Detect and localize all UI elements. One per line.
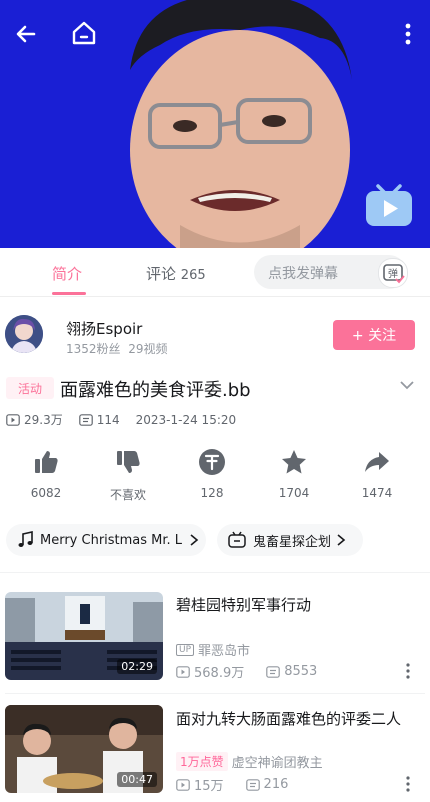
tv-badge-icon	[228, 531, 246, 548]
tab-intro[interactable]: 简介	[52, 263, 82, 284]
rec-views: 568.9万	[194, 666, 245, 681]
publish-date: 2023-1-24 15:20	[135, 412, 237, 427]
play-count-icon	[6, 413, 20, 426]
home-icon[interactable]	[70, 19, 98, 47]
rec-uploader-row: UP 罪恶岛市	[176, 640, 250, 659]
coin-button[interactable]: 128	[182, 448, 242, 500]
share-button[interactable]: 1474	[347, 448, 407, 500]
thumbs-up-icon	[35, 451, 58, 473]
chevron-right-icon	[190, 534, 199, 546]
video-title: 面露难色的美食评委.bb	[60, 380, 251, 401]
dislike-label: 不喜欢	[109, 488, 146, 502]
tab-comments[interactable]: 评论 265	[146, 263, 206, 284]
rec-thumbnail[interactable]: 02:29	[5, 592, 163, 680]
danmaku-count: 114	[96, 412, 120, 427]
more-vertical-icon[interactable]	[402, 774, 414, 794]
uploader-name[interactable]: 翎扬Espoir	[66, 318, 142, 339]
danmu-toggle-button[interactable]: 弹	[378, 258, 408, 288]
rec-stats-row: 568.9万 8553	[176, 662, 317, 681]
chevron-right-icon	[337, 534, 346, 546]
rec-title[interactable]: 碧桂园特别军事行动	[176, 594, 412, 616]
dislike-button[interactable]: 不喜欢	[98, 448, 158, 503]
rec-thumbnail[interactable]: 00:47	[5, 705, 163, 793]
uploader-video-count: 29视频	[128, 342, 168, 356]
back-arrow-icon[interactable]	[12, 20, 40, 48]
tab-comments-label: 评论	[146, 265, 177, 283]
danmaku-count-icon	[78, 413, 93, 426]
uploader-meta: 1352粉丝 29视频	[66, 340, 167, 357]
music-title: Merry Christmas Mr. L	[40, 532, 183, 548]
danmu-icon: 弹	[383, 264, 405, 284]
like-count: 6082	[30, 486, 62, 500]
activity-chip-label: 鬼畜星探企划	[253, 534, 332, 550]
like-badge: 1万点赞	[176, 752, 228, 771]
svg-text:弹: 弹	[388, 267, 398, 280]
play-count-icon	[176, 665, 190, 678]
rec-danmaku: 216	[263, 777, 289, 792]
music-note-icon	[18, 531, 33, 547]
video-stats: 29.3万 114 2023-1-24 15:20	[6, 411, 236, 428]
rec-danmaku: 8553	[284, 664, 318, 679]
chevron-down-icon[interactable]	[398, 376, 416, 394]
section-divider	[0, 572, 430, 573]
active-tab-indicator	[52, 292, 86, 295]
bilibili-tv-icon	[366, 184, 412, 226]
favorite-count: 1704	[278, 486, 310, 500]
tab-comments-count: 265	[180, 268, 206, 283]
thumbs-down-icon	[117, 451, 140, 473]
danmaku-count-icon	[245, 778, 260, 791]
video-frame-image	[130, 0, 352, 248]
duration-label: 02:29	[117, 659, 157, 674]
view-count: 29.3万	[24, 413, 63, 427]
more-vertical-icon[interactable]	[402, 661, 414, 681]
favorite-button[interactable]: 1704	[264, 448, 324, 500]
rec-uploader-row: 1万点赞 虚空神谕团教主	[176, 752, 323, 771]
activity-tag[interactable]: 活动	[6, 377, 54, 399]
rec-uploader: 虚空神谕团教主	[231, 756, 323, 771]
up-icon: UP	[176, 643, 195, 656]
danmu-placeholder: 点我发弹幕	[268, 266, 338, 282]
like-button[interactable]: 6082	[16, 448, 76, 500]
follow-button[interactable]: + 关注	[333, 320, 415, 350]
uploader-avatar[interactable]	[5, 315, 43, 353]
uploader-fans: 1352粉丝	[66, 342, 121, 356]
music-chip[interactable]: Merry Christmas Mr. L	[6, 524, 206, 556]
danmaku-count-icon	[266, 665, 281, 678]
activity-chip[interactable]: 鬼畜星探企划	[217, 524, 363, 556]
rec-views: 15万	[194, 779, 224, 794]
play-count-icon	[176, 778, 190, 791]
list-divider	[5, 693, 425, 694]
video-player[interactable]	[0, 0, 430, 248]
more-vertical-icon[interactable]	[394, 20, 422, 48]
duration-label: 00:47	[117, 772, 157, 787]
rec-uploader: 罪恶岛市	[198, 644, 251, 659]
rec-title[interactable]: 面对九转大肠面露难色的评委二人	[176, 708, 412, 730]
star-icon	[282, 450, 306, 474]
coin-count: 128	[200, 486, 224, 500]
share-icon	[365, 452, 389, 472]
rec-stats-row: 15万 216	[176, 775, 288, 794]
share-count: 1474	[361, 486, 393, 500]
coin-icon	[199, 449, 225, 475]
